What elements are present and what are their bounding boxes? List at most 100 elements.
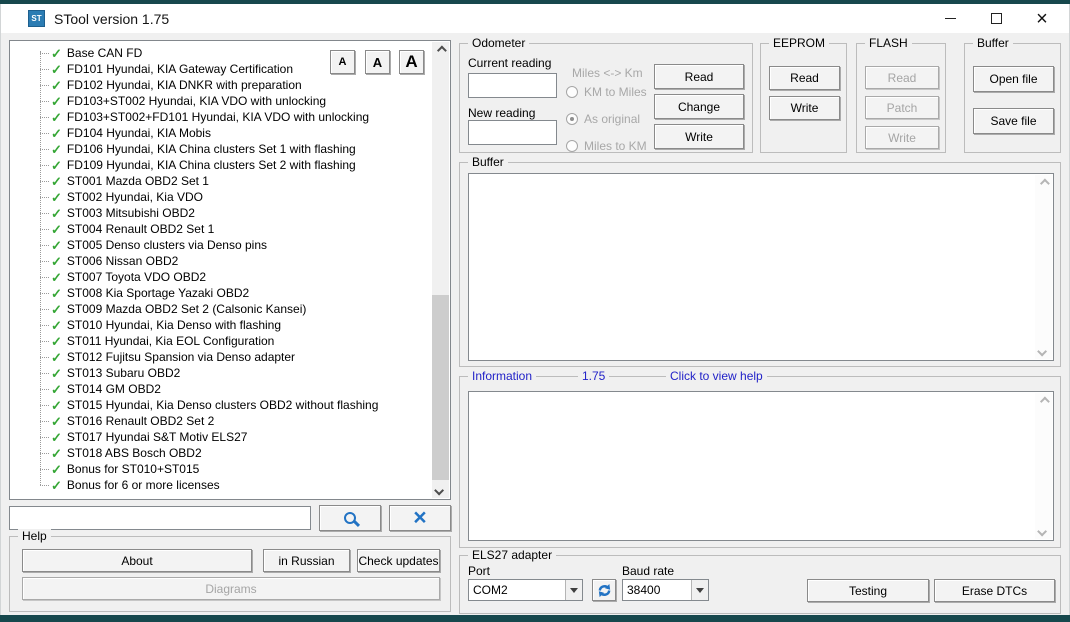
list-item[interactable]: ✓Bonus for 6 or more licenses xyxy=(10,477,432,493)
list-item[interactable]: ✓ST012 Fujitsu Spansion via Denso adapte… xyxy=(10,349,432,365)
buffer-scrollbar[interactable] xyxy=(1035,175,1052,359)
close-button[interactable]: × xyxy=(1019,4,1065,33)
open-file-button[interactable]: Open file xyxy=(973,66,1054,92)
eeprom-write-button[interactable]: Write xyxy=(769,96,840,120)
list-item[interactable]: ✓FD106 Hyundai, KIA China clusters Set 1… xyxy=(10,141,432,157)
list-item[interactable]: ✓FD103+ST002 Hyundai, KIA VDO with unloc… xyxy=(10,93,432,109)
testing-button[interactable]: Testing xyxy=(807,579,929,602)
scrollbar-thumb[interactable] xyxy=(432,295,449,480)
new-reading-input[interactable] xyxy=(468,120,557,145)
help-group: Help About in Russian Check updates Diag… xyxy=(9,536,451,612)
close-icon: × xyxy=(1036,9,1048,29)
check-icon: ✓ xyxy=(51,111,62,124)
port-select[interactable]: COM2 xyxy=(468,579,583,601)
odometer-change-button[interactable]: Change xyxy=(654,94,744,119)
diagrams-button[interactable]: Diagrams xyxy=(22,577,440,600)
odometer-write-button[interactable]: Write xyxy=(654,124,744,149)
clear-search-button[interactable]: × xyxy=(389,505,451,531)
information-textarea[interactable] xyxy=(468,391,1054,541)
list-item[interactable]: ✓ST011 Hyundai, Kia EOL Configuration xyxy=(10,333,432,349)
search-input[interactable] xyxy=(9,506,311,530)
eeprom-read-button[interactable]: Read xyxy=(769,66,840,90)
list-item[interactable]: ✓ST009 Mazda OBD2 Set 2 (Calsonic Kansei… xyxy=(10,301,432,317)
radio-icon xyxy=(566,140,578,152)
list-item[interactable]: ✓ST010 Hyundai, Kia Denso with flashing xyxy=(10,317,432,333)
search-button[interactable] xyxy=(319,505,381,531)
port-dropdown-button[interactable] xyxy=(565,580,582,600)
tree-connector xyxy=(40,373,49,374)
tree-connector xyxy=(40,213,49,214)
radio-as-original[interactable]: As original xyxy=(566,112,640,126)
list-item[interactable]: ✓FD103+ST002+FD101 Hyundai, KIA VDO with… xyxy=(10,109,432,125)
scroll-up-arrow[interactable] xyxy=(1035,175,1052,191)
list-item-label: ST011 Hyundai, Kia EOL Configuration xyxy=(67,334,274,348)
list-item[interactable]: ✓Bonus for ST010+ST015 xyxy=(10,461,432,477)
about-button[interactable]: About xyxy=(22,549,252,572)
list-item[interactable]: ✓FD104 Hyundai, KIA Mobis xyxy=(10,125,432,141)
tree-connector xyxy=(40,405,49,406)
list-item[interactable]: ✓ST014 GM OBD2 xyxy=(10,381,432,397)
list-scrollbar[interactable] xyxy=(432,42,449,498)
font-size-medium-button[interactable]: A xyxy=(365,50,390,74)
view-help-link[interactable]: Click to view help xyxy=(666,369,767,383)
list-item[interactable]: ✓FD102 Hyundai, KIA DNKR with preparatio… xyxy=(10,77,432,93)
list-item[interactable]: ✓ST008 Kia Sportage Yazaki OBD2 xyxy=(10,285,432,301)
list-item[interactable]: ✓ST017 Hyundai S&T Motiv ELS27 xyxy=(10,429,432,445)
scroll-down-arrow[interactable] xyxy=(432,482,449,498)
check-icon: ✓ xyxy=(51,207,62,220)
baud-dropdown-button[interactable] xyxy=(691,580,708,600)
radio-km-to-miles[interactable]: KM to Miles xyxy=(566,85,647,99)
list-item-label: Base CAN FD xyxy=(67,46,142,60)
tree-connector xyxy=(40,165,49,166)
list-item-label: ST008 Kia Sportage Yazaki OBD2 xyxy=(67,286,249,300)
maximize-button[interactable] xyxy=(973,4,1019,33)
list-item-label: Bonus for ST010+ST015 xyxy=(67,462,199,476)
scroll-down-arrow[interactable] xyxy=(1035,523,1052,539)
list-item-label: FD101 Hyundai, KIA Gateway Certification xyxy=(67,62,293,76)
list-item[interactable]: ✓ST007 Toyota VDO OBD2 xyxy=(10,269,432,285)
list-item[interactable]: ✓ST004 Renault OBD2 Set 1 xyxy=(10,221,432,237)
buffer-textarea[interactable] xyxy=(468,173,1054,361)
tree-connector xyxy=(40,277,49,278)
list-item[interactable]: ✓ST003 Mitsubishi OBD2 xyxy=(10,205,432,221)
font-size-small-button[interactable]: A xyxy=(330,50,355,74)
flash-patch-button[interactable]: Patch xyxy=(865,96,939,119)
list-item[interactable]: ✓ST006 Nissan OBD2 xyxy=(10,253,432,269)
list-item[interactable]: ✓ST013 Subaru OBD2 xyxy=(10,365,432,381)
list-item[interactable]: ✓ST018 ABS Bosch OBD2 xyxy=(10,445,432,461)
list-item-label: ST005 Denso clusters via Denso pins xyxy=(67,238,267,252)
window-title: STool version 1.75 xyxy=(54,11,169,27)
check-icon: ✓ xyxy=(51,367,62,380)
check-updates-button[interactable]: Check updates xyxy=(357,549,440,572)
list-item[interactable]: ✓ST001 Mazda OBD2 Set 1 xyxy=(10,173,432,189)
current-reading-input[interactable] xyxy=(468,73,557,98)
erase-dtcs-button[interactable]: Erase DTCs xyxy=(934,579,1055,602)
in-russian-button[interactable]: in Russian xyxy=(263,549,350,572)
tree-connector xyxy=(40,101,49,102)
scroll-up-arrow[interactable] xyxy=(432,42,449,58)
list-item[interactable]: ✓ST002 Hyundai, Kia VDO xyxy=(10,189,432,205)
list-item[interactable]: ✓ST016 Renault OBD2 Set 2 xyxy=(10,413,432,429)
save-file-button[interactable]: Save file xyxy=(973,108,1054,134)
eeprom-group-title: EEPROM xyxy=(769,36,829,50)
refresh-ports-button[interactable] xyxy=(592,579,616,601)
scroll-down-arrow[interactable] xyxy=(1035,343,1052,359)
list-item-label: FD106 Hyundai, KIA China clusters Set 1 … xyxy=(67,142,356,156)
information-scrollbar[interactable] xyxy=(1035,393,1052,539)
list-item-label: ST017 Hyundai S&T Motiv ELS27 xyxy=(67,430,248,444)
flash-read-button[interactable]: Read xyxy=(865,66,939,89)
list-item[interactable]: ✓FD109 Hyundai, KIA China clusters Set 2… xyxy=(10,157,432,173)
chevron-up-icon xyxy=(437,45,447,55)
scroll-up-arrow[interactable] xyxy=(1035,393,1052,409)
minimize-button[interactable] xyxy=(927,4,973,33)
baud-rate-select[interactable]: 38400 xyxy=(622,579,709,601)
list-item[interactable]: ✓ST015 Hyundai, Kia Denso clusters OBD2 … xyxy=(10,397,432,413)
radio-miles-to-km[interactable]: Miles to KM xyxy=(566,139,647,153)
font-size-large-button[interactable]: A xyxy=(399,50,424,74)
list-item[interactable]: ✓ST005 Denso clusters via Denso pins xyxy=(10,237,432,253)
list-item-label: Bonus for 6 or more licenses xyxy=(67,478,220,492)
flash-write-button[interactable]: Write xyxy=(865,126,939,149)
list-item-label: ST010 Hyundai, Kia Denso with flashing xyxy=(67,318,281,332)
new-reading-label: New reading xyxy=(468,106,535,120)
odometer-read-button[interactable]: Read xyxy=(654,64,744,89)
